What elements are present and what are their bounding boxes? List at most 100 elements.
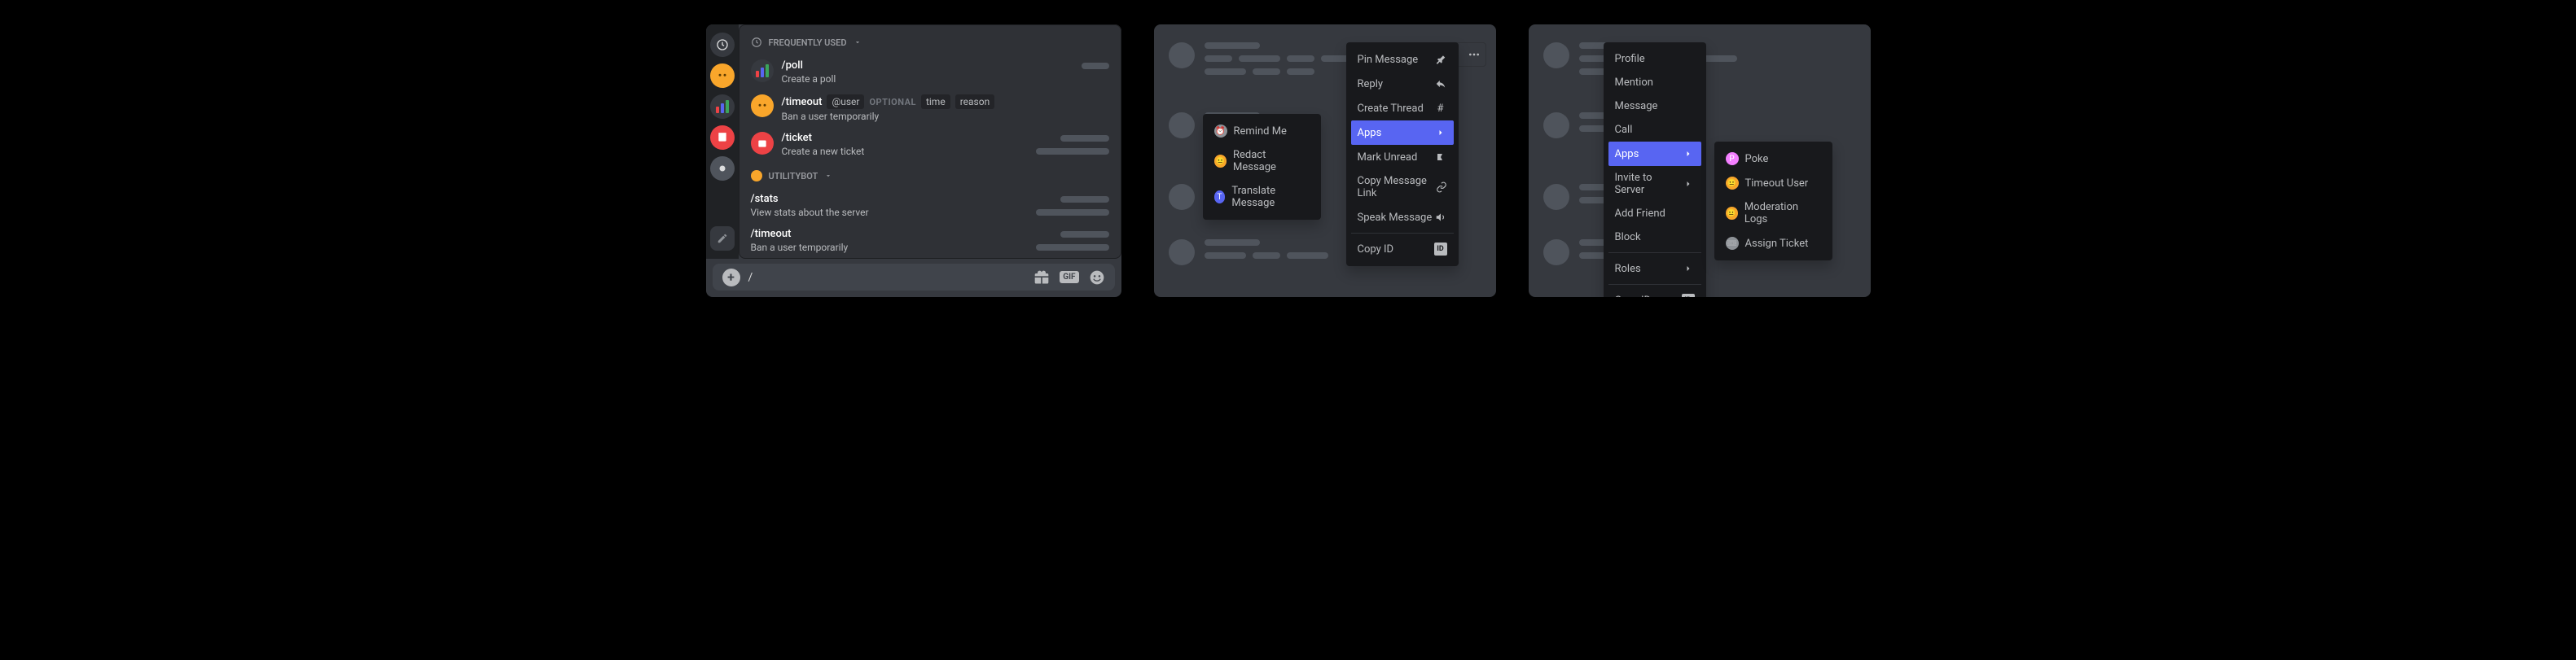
speaker-icon bbox=[1434, 211, 1447, 224]
submenu-remind-me[interactable]: ⏰ Remind Me bbox=[1208, 119, 1316, 143]
command-name: /poll bbox=[782, 59, 803, 72]
app-icon: 😐 bbox=[1726, 177, 1739, 190]
command-name: /timeout bbox=[751, 228, 792, 240]
submenu-redact[interactable]: 😐 Redact Message bbox=[1208, 143, 1316, 179]
menu-label: Add Friend bbox=[1615, 208, 1665, 220]
id-icon: ID bbox=[1434, 243, 1447, 256]
placeholder-pill bbox=[1060, 231, 1109, 238]
unread-icon bbox=[1434, 151, 1447, 164]
section-frequently-used[interactable]: Frequently Used bbox=[739, 33, 1121, 55]
submenu-label: Timeout User bbox=[1745, 177, 1809, 190]
id-icon: ID bbox=[1682, 294, 1695, 297]
menu-call[interactable]: Call bbox=[1608, 118, 1701, 142]
optional-label: OPTIONAL bbox=[869, 97, 916, 107]
app-icon: 🎟 bbox=[1726, 237, 1739, 250]
section-label: Frequently Used bbox=[769, 37, 847, 48]
submenu-label: Remind Me bbox=[1234, 125, 1287, 138]
app-icon: P bbox=[1726, 152, 1739, 165]
menu-invite[interactable]: Invite to Server bbox=[1608, 166, 1701, 202]
message-context-panel: ⏰ Remind Me 😐 Redact Message T Translate… bbox=[1154, 24, 1496, 297]
menu-label: Roles bbox=[1615, 263, 1641, 275]
menu-label: Call bbox=[1615, 124, 1633, 136]
menu-block[interactable]: Block bbox=[1608, 225, 1701, 249]
command-ticket[interactable]: /ticket Create a new ticket bbox=[739, 127, 1121, 162]
placeholder-pill bbox=[1036, 148, 1109, 155]
menu-separator bbox=[1608, 284, 1701, 285]
menu-label: Copy Message Link bbox=[1358, 175, 1436, 199]
command-name: /ticket bbox=[782, 132, 812, 144]
menu-copy-link[interactable]: Copy Message Link bbox=[1351, 169, 1454, 205]
more-icon[interactable] bbox=[1464, 45, 1484, 64]
apps-submenu: ⏰ Remind Me 😐 Redact Message T Translate… bbox=[1203, 114, 1321, 220]
menu-profile[interactable]: Profile bbox=[1608, 47, 1701, 71]
menu-copy-id[interactable]: Copy ID ID bbox=[1608, 288, 1701, 297]
message-context-menu: Pin Message Reply Create Thread # Apps M… bbox=[1346, 42, 1459, 266]
menu-copy-id[interactable]: Copy ID ID bbox=[1351, 237, 1454, 261]
command-desc: Create a poll bbox=[782, 73, 1073, 85]
menu-reply[interactable]: Reply bbox=[1351, 72, 1454, 96]
server-avatar-2[interactable] bbox=[710, 94, 735, 119]
server-avatar-4[interactable] bbox=[710, 156, 735, 181]
submenu-timeout-user[interactable]: 😐 Timeout User bbox=[1719, 171, 1828, 195]
section-utilitybot[interactable]: UtilityBot bbox=[739, 167, 1121, 188]
submenu-translate[interactable]: T Translate Message bbox=[1208, 179, 1316, 215]
message-input-bar: + / GIF bbox=[713, 264, 1115, 291]
emoji-icon[interactable] bbox=[1089, 269, 1105, 286]
link-icon bbox=[1436, 181, 1447, 194]
param-time: time bbox=[921, 94, 950, 109]
command-timeout-2[interactable]: /timeout Ban a user temporarily bbox=[739, 223, 1121, 258]
reply-icon bbox=[1434, 77, 1447, 90]
message-input[interactable]: / bbox=[748, 271, 1026, 284]
submenu-poke[interactable]: P Poke bbox=[1719, 146, 1828, 171]
submenu-label: Assign Ticket bbox=[1745, 238, 1809, 250]
submenu-label: Redact Message bbox=[1233, 149, 1310, 173]
menu-label: Invite to Server bbox=[1615, 172, 1683, 196]
menu-mark-unread[interactable]: Mark Unread bbox=[1351, 145, 1454, 169]
placeholder-pill bbox=[1036, 244, 1109, 251]
menu-mention[interactable]: Mention bbox=[1608, 71, 1701, 94]
command-desc: Ban a user temporarily bbox=[782, 111, 1109, 122]
command-poll[interactable]: /poll Create a poll bbox=[739, 55, 1121, 90]
command-stats[interactable]: /stats View stats about the server bbox=[739, 188, 1121, 223]
menu-add-friend[interactable]: Add Friend bbox=[1608, 202, 1701, 225]
edit-icon[interactable] bbox=[710, 226, 735, 251]
gift-icon[interactable] bbox=[1033, 269, 1050, 286]
param-user: @user bbox=[827, 94, 864, 109]
submenu-label: Poke bbox=[1745, 153, 1769, 165]
server-bar bbox=[706, 24, 739, 259]
user-context-panel: Profile Mention Message Call Apps Invite… bbox=[1529, 24, 1871, 297]
menu-apps[interactable]: Apps bbox=[1351, 120, 1454, 145]
apps-submenu: P Poke 😐 Timeout User 😐 Moderation Logs … bbox=[1714, 142, 1832, 260]
app-icon: 😐 bbox=[1726, 207, 1738, 220]
menu-label: Reply bbox=[1358, 78, 1384, 90]
menu-pin[interactable]: Pin Message bbox=[1351, 47, 1454, 72]
gif-icon[interactable]: GIF bbox=[1060, 271, 1078, 283]
menu-create-thread[interactable]: Create Thread # bbox=[1351, 96, 1454, 120]
attach-button[interactable]: + bbox=[722, 269, 740, 286]
command-timeout[interactable]: /timeout @user OPTIONAL time reason Ban … bbox=[739, 90, 1121, 127]
submenu-label: Moderation Logs bbox=[1744, 201, 1821, 225]
server-avatar-3[interactable] bbox=[710, 125, 735, 150]
menu-label: Copy ID bbox=[1358, 243, 1394, 256]
menu-label: Mark Unread bbox=[1358, 151, 1418, 164]
command-list: Frequently Used /poll Create a poll /tim… bbox=[739, 24, 1121, 259]
menu-label: Apps bbox=[1358, 127, 1382, 139]
recent-icon[interactable] bbox=[710, 33, 735, 57]
menu-separator bbox=[1351, 233, 1454, 234]
menu-label: Profile bbox=[1615, 53, 1645, 65]
server-avatar-1[interactable] bbox=[710, 63, 735, 88]
thread-icon: # bbox=[1434, 102, 1447, 115]
menu-label: Pin Message bbox=[1358, 54, 1419, 66]
menu-message[interactable]: Message bbox=[1608, 94, 1701, 118]
submenu-assign-ticket[interactable]: 🎟 Assign Ticket bbox=[1719, 231, 1828, 256]
menu-separator bbox=[1608, 252, 1701, 253]
chevron-down-icon bbox=[854, 38, 862, 46]
placeholder-pill bbox=[1060, 135, 1109, 142]
menu-apps[interactable]: Apps bbox=[1608, 142, 1701, 166]
menu-speak[interactable]: Speak Message bbox=[1351, 205, 1454, 229]
menu-roles[interactable]: Roles bbox=[1608, 256, 1701, 281]
app-icon: ⏰ bbox=[1214, 125, 1227, 138]
submenu-moderation-logs[interactable]: 😐 Moderation Logs bbox=[1719, 195, 1828, 231]
submenu-label: Translate Message bbox=[1231, 185, 1309, 209]
app-icon: T bbox=[1214, 190, 1226, 203]
